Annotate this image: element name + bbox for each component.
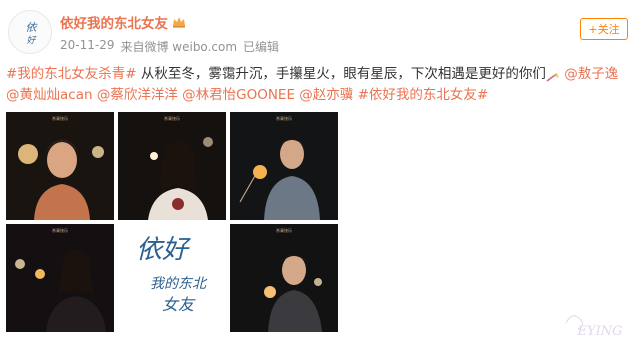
topic-link[interactable]: #我的东北女友杀青#	[6, 66, 137, 82]
mention-link[interactable]: @蔡欣洋洋洋	[93, 87, 178, 103]
watermark-text: EYING	[577, 324, 623, 339]
mention-link[interactable]: @黄灿灿acan	[6, 87, 93, 103]
edited-label[interactable]: 已编辑	[243, 38, 279, 55]
crown-icon	[172, 16, 186, 28]
image-thumbnail[interactable]: 杀青快乐	[6, 112, 114, 220]
mention-link[interactable]: @赵亦骥	[295, 87, 353, 103]
image-thumbnail[interactable]: 杀青快乐	[6, 224, 114, 332]
user-avatar[interactable]: 依 好	[8, 10, 52, 54]
post-time[interactable]: 20-11-29	[60, 38, 114, 55]
post-text: #我的东北女友杀青# 从秋至冬，雾霭升沉，手攥星火，眼有星辰，下次相遇是更好的你…	[6, 64, 634, 106]
poster-title-line1: 依好	[136, 235, 191, 265]
post-body: 从秋至冬，雾霭升沉，手攥星火，眼有星辰，下次相遇是更好的你们	[136, 66, 546, 82]
image-thumbnail[interactable]: 杀青快乐	[118, 112, 226, 220]
still-caption: 杀青快乐	[52, 227, 68, 233]
poster-image[interactable]: 依好 我的东北 女友	[118, 224, 226, 332]
mention-link[interactable]: @敖子逸	[560, 66, 618, 82]
topic-link[interactable]: #依好我的东北女友#	[353, 87, 489, 103]
sparkler-emoji-icon	[546, 69, 560, 82]
still-caption: 杀青快乐	[52, 115, 68, 121]
follow-button[interactable]: +关注	[580, 18, 628, 40]
mention-link[interactable]: @林君怡GOONEE	[178, 87, 295, 103]
image-thumbnail[interactable]: 杀青快乐	[230, 112, 338, 220]
post-meta: 20-11-29 来自微博 weibo.com 已编辑	[60, 38, 279, 55]
username[interactable]: 依好我的东北女友	[60, 12, 186, 32]
post-header: 依 好 依好我的东北女友 20-11-29 来自微博 weibo.com 已编辑…	[0, 0, 640, 62]
post-source: 来自微博 weibo.com	[120, 40, 238, 54]
poster-title-line3: 女友	[162, 295, 196, 314]
still-caption: 杀青快乐	[164, 115, 180, 121]
still-caption: 杀青快乐	[276, 115, 292, 121]
still-caption: 杀青快乐	[276, 227, 292, 233]
watermark: EYING	[560, 305, 634, 341]
poster-title-line2: 我的东北	[150, 276, 208, 292]
image-thumbnail[interactable]: 杀青快乐	[230, 224, 338, 332]
username-text[interactable]: 依好我的东北女友	[60, 12, 168, 32]
